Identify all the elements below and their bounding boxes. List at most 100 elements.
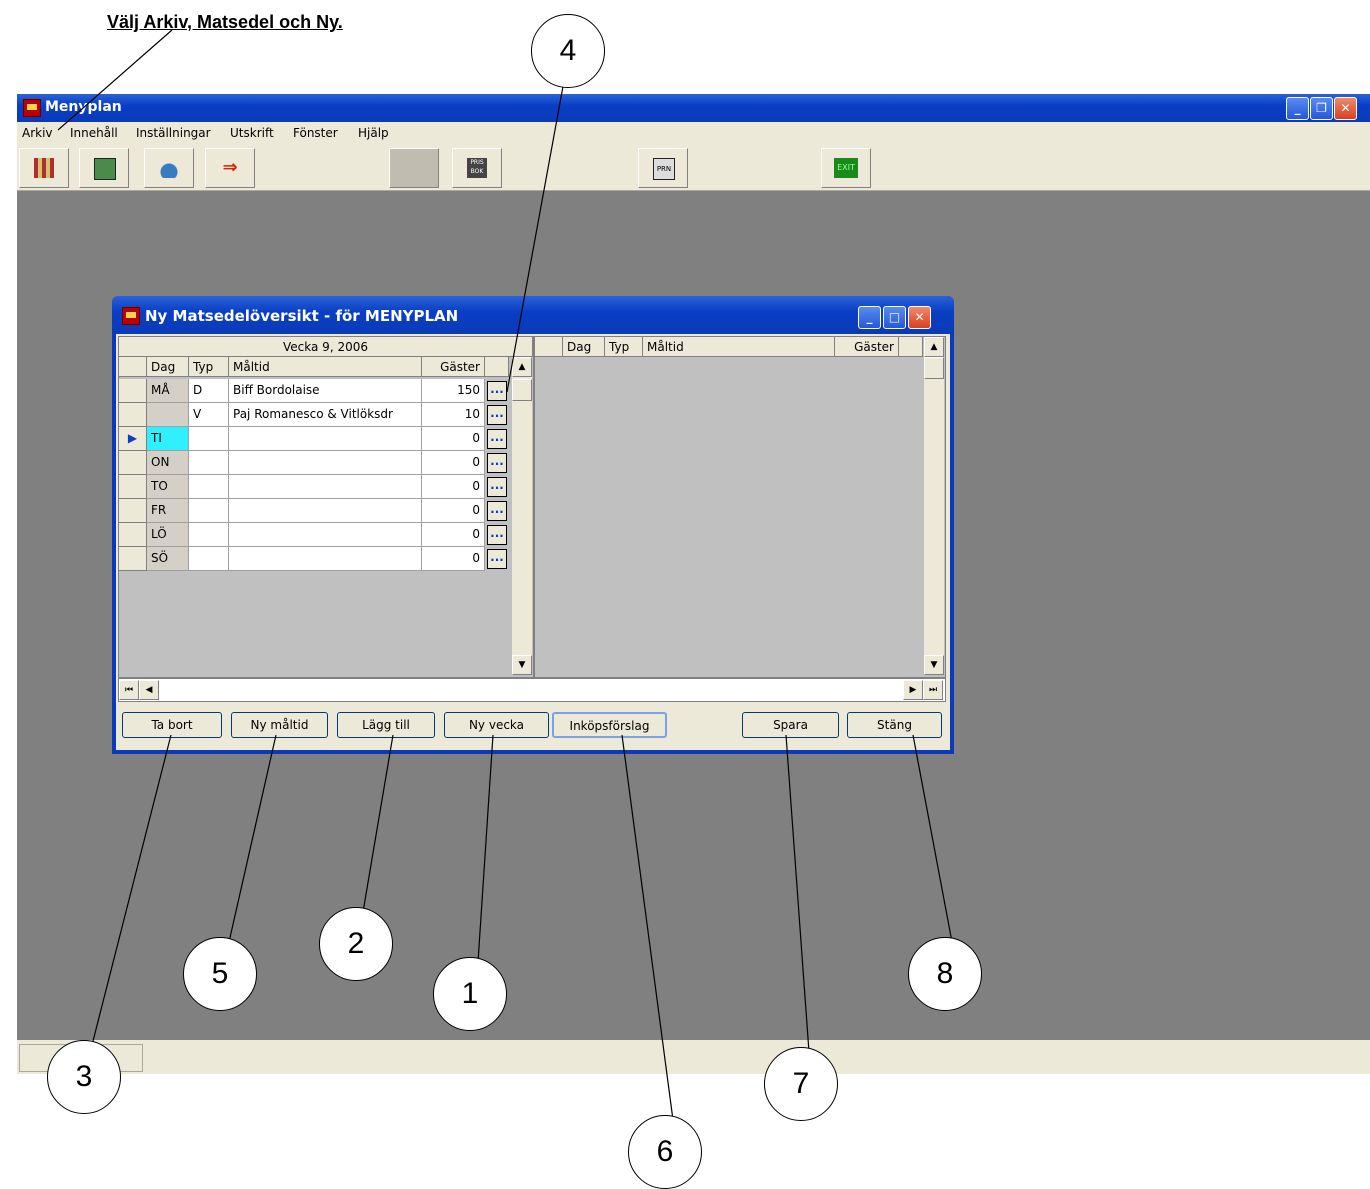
lagg-till-button[interactable]: Lägg till [337, 712, 435, 738]
next-record-icon[interactable]: ▶ [903, 680, 923, 700]
row-selector[interactable] [119, 403, 147, 427]
prev-record-icon[interactable]: ◀ [139, 680, 159, 700]
first-record-icon[interactable]: ⏮ [119, 680, 139, 700]
cell-maltid[interactable] [229, 547, 422, 571]
callout-7: 7 [764, 1047, 838, 1121]
row-details-button[interactable]: ... [487, 549, 507, 569]
cell-dag[interactable]: TO [147, 475, 189, 499]
toolbar-exit-button[interactable]: EXIT [821, 148, 871, 188]
cell-typ[interactable] [189, 547, 229, 571]
instruction-text: Välj Arkiv, Matsedel och Ny. [107, 12, 343, 32]
child-minimize-button[interactable]: _ [858, 306, 881, 329]
menu-innehall[interactable]: Innehåll [70, 126, 118, 140]
child-close-button[interactable]: ✕ [908, 306, 931, 329]
cell-maltid[interactable]: Paj Romanesco & Vitlöksdr [229, 403, 422, 427]
child-titlebar[interactable]: Ny Matsedelöversikt - för MENYPLAN _ □ ✕ [112, 296, 954, 334]
row-selector[interactable] [119, 499, 147, 523]
printer-icon: PRN [653, 158, 675, 180]
scroll-thumb[interactable] [512, 379, 532, 401]
toolbar-open-button[interactable] [79, 148, 129, 188]
cell-gaster[interactable]: 0 [422, 451, 485, 475]
restore-button[interactable]: ❐ [1310, 97, 1333, 120]
last-record-icon[interactable]: ⏭ [923, 680, 943, 700]
menu-utskrift[interactable]: Utskrift [230, 126, 274, 140]
cell-maltid[interactable] [229, 451, 422, 475]
cell-typ[interactable] [189, 451, 229, 475]
minimize-button[interactable]: _ [1286, 97, 1309, 120]
menu-arkiv[interactable]: Arkiv [22, 126, 53, 140]
cell-gaster[interactable]: 0 [422, 547, 485, 571]
cell-maltid[interactable]: Biff Bordolaise [229, 379, 422, 403]
spara-button[interactable]: Spara [742, 712, 839, 738]
cell-dag[interactable]: MÅ [147, 379, 189, 403]
cell-dag[interactable]: LÖ [147, 523, 189, 547]
toolbar-print-button[interactable]: PRN [638, 148, 688, 188]
cell-typ[interactable]: D [189, 379, 229, 403]
app-titlebar[interactable]: Menyplan _ ❐ ✕ [17, 94, 1370, 122]
current-row-indicator-icon[interactable]: ▶ [119, 427, 147, 451]
right-col-gaster: Gäster [835, 337, 899, 357]
row-selector[interactable] [119, 523, 147, 547]
cell-dag-active[interactable]: TI [147, 427, 189, 451]
toolbar-menu-button[interactable] [19, 148, 69, 188]
toolbar-blank-button[interactable] [389, 148, 439, 188]
toolbar-exit-arrow-button[interactable]: ⇒ [205, 148, 255, 188]
row-details-button[interactable]: ... [487, 453, 507, 473]
scroll-down-icon[interactable]: ▼ [924, 655, 944, 675]
cell-typ[interactable]: V [189, 403, 229, 427]
col-dag: Dag [147, 357, 189, 377]
toolbar-recipe-button[interactable] [144, 148, 194, 188]
row-selector[interactable] [119, 475, 147, 499]
ny-maltid-button[interactable]: Ny måltid [231, 712, 328, 738]
cell-gaster[interactable]: 0 [422, 475, 485, 499]
stang-button[interactable]: Stäng [847, 712, 942, 738]
row-selector[interactable] [119, 379, 147, 403]
cell-gaster[interactable]: 10 [422, 403, 485, 427]
cell-maltid[interactable] [229, 427, 422, 451]
menu-fonster[interactable]: Fönster [293, 126, 338, 140]
row-selector[interactable] [119, 547, 147, 571]
ta-bort-button[interactable]: Ta bort [122, 712, 222, 738]
toolbar: ⇒ PRIS BOK PRN EXIT [17, 144, 1370, 191]
cell-gaster[interactable]: 150 [422, 379, 485, 403]
cell-typ[interactable] [189, 475, 229, 499]
col-gaster: Gäster [422, 357, 485, 377]
cell-maltid[interactable] [229, 523, 422, 547]
row-details-button[interactable]: ... [487, 405, 507, 425]
col-maltid: Måltid [229, 357, 422, 377]
cell-dag[interactable]: SÖ [147, 547, 189, 571]
right-row-header-corner [535, 337, 563, 357]
row-details-button[interactable]: ... [487, 501, 507, 521]
scroll-up-icon[interactable]: ▲ [512, 357, 532, 377]
cell-maltid[interactable] [229, 475, 422, 499]
left-vertical-scrollbar[interactable]: ▲ ▼ [511, 357, 532, 675]
cell-dag[interactable] [147, 403, 189, 427]
inkopsforslag-button[interactable]: Inköpsförslag [552, 712, 667, 738]
cell-typ[interactable] [189, 499, 229, 523]
col-dots-header [485, 357, 509, 377]
row-details-button[interactable]: ... [487, 477, 507, 497]
row-details-button[interactable]: ... [487, 525, 507, 545]
cell-dag[interactable]: ON [147, 451, 189, 475]
cell-dag[interactable]: FR [147, 499, 189, 523]
right-vertical-scrollbar[interactable]: ▲ ▼ [923, 337, 944, 675]
close-button[interactable]: ✕ [1334, 97, 1357, 120]
cell-maltid[interactable] [229, 499, 422, 523]
scroll-thumb[interactable] [924, 357, 944, 379]
cell-gaster[interactable]: 0 [422, 427, 485, 451]
menu-hjalp[interactable]: Hjälp [358, 126, 389, 140]
row-details-button[interactable]: ... [487, 381, 507, 401]
cell-typ[interactable] [189, 523, 229, 547]
ny-vecka-button[interactable]: Ny vecka [444, 712, 549, 738]
scroll-up-icon[interactable]: ▲ [924, 337, 944, 357]
cell-typ[interactable] [189, 427, 229, 451]
right-menu-grid: Dag Typ Måltid Gäster ▲ ▼ [534, 336, 946, 678]
row-details-button[interactable]: ... [487, 429, 507, 449]
menu-installningar[interactable]: Inställningar [136, 126, 211, 140]
toolbar-prisbok-button[interactable]: PRIS BOK [452, 148, 502, 188]
cell-gaster[interactable]: 0 [422, 523, 485, 547]
child-maximize-button[interactable]: □ [883, 306, 906, 329]
cell-gaster[interactable]: 0 [422, 499, 485, 523]
row-selector[interactable] [119, 451, 147, 475]
scroll-down-icon[interactable]: ▼ [512, 655, 532, 675]
